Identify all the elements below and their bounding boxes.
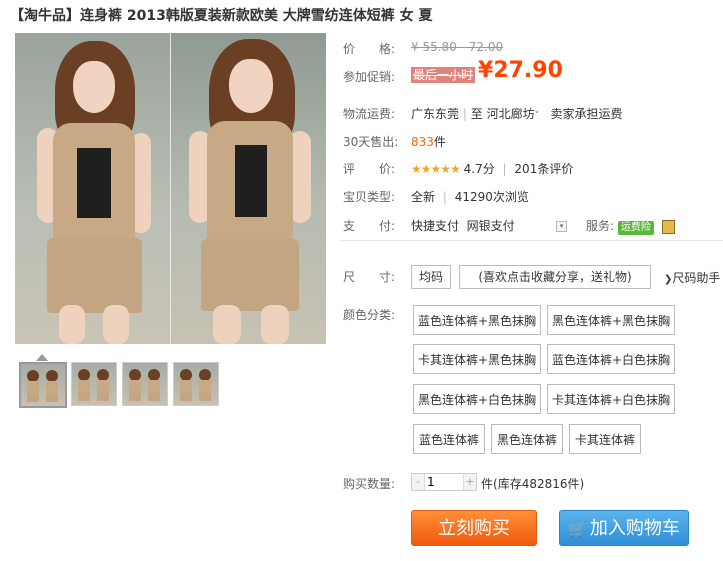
add-to-cart-button[interactable]: 🛒 加入购物车 [559, 510, 689, 546]
color-option-5[interactable]: 黑色连体裤+白色抹胸 [413, 384, 541, 414]
promo-price: ¥27.90 [478, 58, 563, 83]
payment-method-quick: 快捷支付 [411, 219, 460, 233]
quantity-input[interactable] [425, 474, 465, 490]
thumbnail-1[interactable] [19, 362, 67, 408]
size-guide-link[interactable]: ❯尺码助手 [664, 269, 720, 286]
cart-icon: 🛒 [568, 520, 587, 538]
review-count-link[interactable]: 201条评价 [514, 162, 573, 176]
color-option-8[interactable]: 黑色连体裤 [491, 424, 563, 454]
payment-label: 支 付: [343, 219, 396, 233]
main-product-image[interactable] [15, 33, 326, 344]
section-divider [340, 240, 723, 241]
color-option-6[interactable]: 卡其连体裤+白色抹胸 [547, 384, 675, 414]
quantity-decrease-button[interactable]: - [412, 474, 425, 490]
thumbnail-3[interactable] [122, 362, 168, 406]
shipping-destination[interactable]: 河北廊坊˅ [487, 107, 540, 121]
color-option-2[interactable]: 黑色连体裤+黑色抹胸 [547, 305, 675, 335]
guarantee-shield-icon [661, 219, 675, 234]
size-option-onesize[interactable]: 均码 [411, 265, 451, 289]
promo-badge: 最后一小时 [411, 67, 476, 83]
shipping-fee: 卖家承担运费 [550, 107, 623, 121]
item-type-sep: | [442, 190, 447, 204]
stock-count: (库存482816件) [493, 477, 585, 491]
model-figure-left [15, 33, 170, 344]
title-brand: 【淘牛品】 [10, 8, 80, 24]
promo-label: 参加促销: [343, 70, 396, 84]
size-guide-label: 尺码助手 [672, 271, 721, 285]
sales-count-wrap: 833件 [411, 133, 446, 150]
original-price: ¥ 55.80 - 72.00 [411, 40, 504, 54]
chevron-down-icon: ˅ [534, 111, 540, 121]
star-rating-icon: ★★★★★ [411, 162, 461, 176]
quantity-stock: 件(库存482816件) [481, 475, 584, 492]
shipping-to: 河北廊坊 [486, 107, 535, 121]
quantity-label: 购买数量: [343, 477, 396, 491]
quantity-stepper: - + [411, 473, 477, 491]
thumbnail-4[interactable] [173, 362, 219, 406]
service-badge[interactable]: 运费险 [617, 221, 654, 235]
sales-label: 30天售出: [343, 135, 399, 149]
sales-count: 833 [411, 135, 434, 149]
quantity-unit: 件 [481, 477, 494, 491]
payment-dropdown-icon[interactable]: ▾ [556, 221, 567, 232]
rating-info: ★★★★★ 4.7分 | 201条评价 [411, 160, 573, 177]
color-option-9[interactable]: 卡其连体裤 [569, 424, 641, 454]
color-option-1[interactable]: 蓝色连体裤+黑色抹胸 [413, 305, 541, 335]
service-info: 服务: 运费险 [586, 217, 675, 235]
quantity-increase-button[interactable]: + [463, 474, 476, 490]
model-figure-right [171, 33, 326, 344]
shipping-sep: | [462, 107, 467, 121]
view-count: 41290次浏览 [454, 190, 529, 204]
rating-score: 4.7分 [463, 162, 495, 176]
thumbnail-pointer [36, 354, 48, 361]
promo-price-amount: 27.90 [493, 58, 563, 83]
payment-method-bank: 网银支付 [466, 219, 515, 233]
size-label: 尺 寸: [343, 270, 396, 284]
color-option-3[interactable]: 卡其连体裤+黑色抹胸 [413, 344, 541, 374]
add-to-cart-label: 加入购物车 [589, 518, 680, 539]
color-option-7[interactable]: 蓝色连体裤 [413, 424, 485, 454]
product-title: 【淘牛品】连身裤 2013韩版夏装新款欧美 大牌雪纺连体短裤 女 夏 [10, 5, 715, 25]
price-label: 价 格: [343, 42, 396, 56]
item-type-label: 宝贝类型: [343, 190, 396, 204]
color-label: 颜色分类: [343, 308, 396, 322]
service-label: 服务: [586, 219, 615, 233]
sales-unit: 件 [433, 135, 446, 149]
shipping-info: 广东东莞 | 至 河北廊坊˅ 卖家承担运费 [411, 105, 623, 122]
rating-label: 评 价: [343, 162, 396, 176]
item-condition: 全新 [411, 190, 436, 204]
buy-now-button[interactable]: 立刻购买 [411, 510, 537, 546]
currency-symbol: ¥ [478, 58, 494, 83]
favorite-share-promo[interactable]: (喜欢点击收藏分享，送礼物) [459, 265, 651, 289]
item-type-info: 全新 | 41290次浏览 [411, 188, 529, 205]
thumbnail-2[interactable] [71, 362, 117, 406]
shipping-from: 广东东莞 [411, 107, 460, 121]
color-option-4[interactable]: 蓝色连体裤+白色抹胸 [547, 344, 675, 374]
shipping-label: 物流运费: [343, 107, 396, 121]
payment-methods: 快捷支付 网银支付 [411, 217, 515, 234]
title-name: 连身裤 2013韩版夏装新款欧美 大牌雪纺连体短裤 女 夏 [80, 8, 433, 24]
rating-sep: | [502, 162, 507, 176]
shipping-to-prefix: 至 [470, 107, 483, 121]
